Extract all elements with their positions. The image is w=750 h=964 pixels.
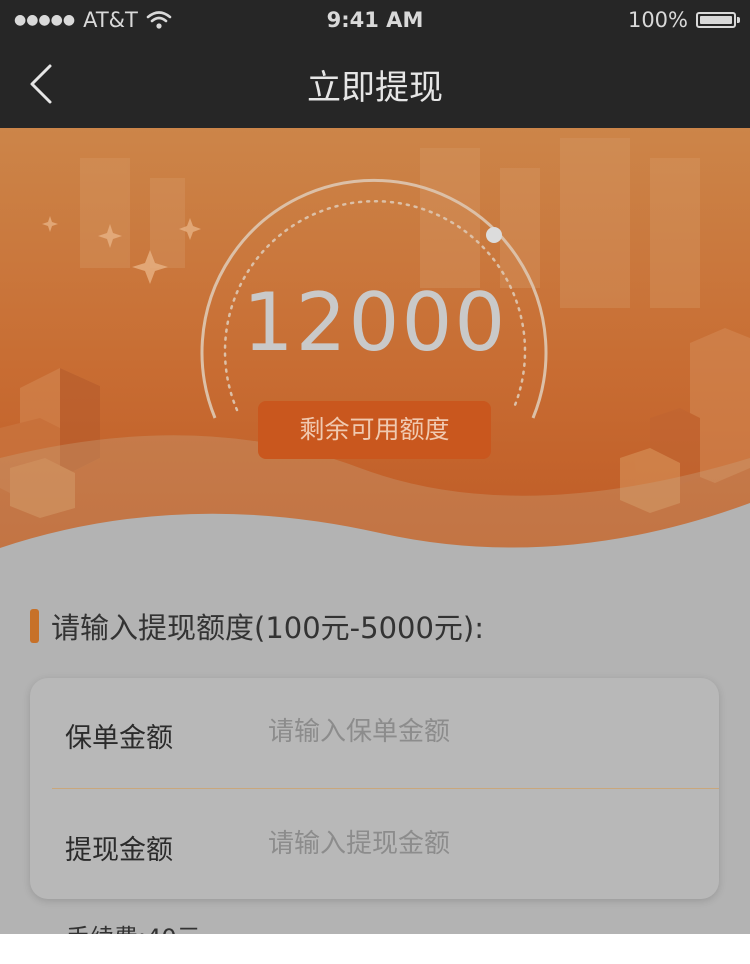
withdraw-amount-input[interactable] (268, 822, 688, 866)
nav-bar: 立即提现 (0, 40, 750, 128)
accent-bar (30, 609, 39, 643)
withdraw-amount-label: 提现金额 (65, 835, 173, 866)
balance-hero: 12000 剩余可用额度 (0, 128, 750, 558)
withdraw-amount-row: 提现金额 (30, 790, 719, 900)
divider (52, 788, 719, 789)
balance-badge: 剩余可用额度 (258, 401, 491, 459)
battery-icon (696, 12, 740, 28)
status-bar: ●●●●● AT&T 9:41 AM 100% (0, 0, 750, 40)
withdraw-form: 保单金额 提现金额 (30, 678, 719, 899)
page-title: 立即提现 (307, 68, 443, 108)
policy-amount-label: 保单金额 (65, 723, 173, 754)
policy-amount-input[interactable] (268, 710, 688, 754)
app-screen: ●●●●● AT&T 9:41 AM 100% 立即提现 12000 剩余可用额… (0, 0, 750, 934)
status-right: 100% (627, 8, 740, 32)
fee-text: 手续费:40元 (66, 918, 201, 934)
battery-percent: 100% (627, 8, 688, 32)
section-header: 请输入提现额度(100元-5000元): (30, 605, 484, 647)
available-amount: 12000 (242, 276, 508, 369)
section-title: 请输入提现额度(100元-5000元): (51, 611, 485, 645)
policy-amount-row: 保单金额 (30, 678, 719, 788)
